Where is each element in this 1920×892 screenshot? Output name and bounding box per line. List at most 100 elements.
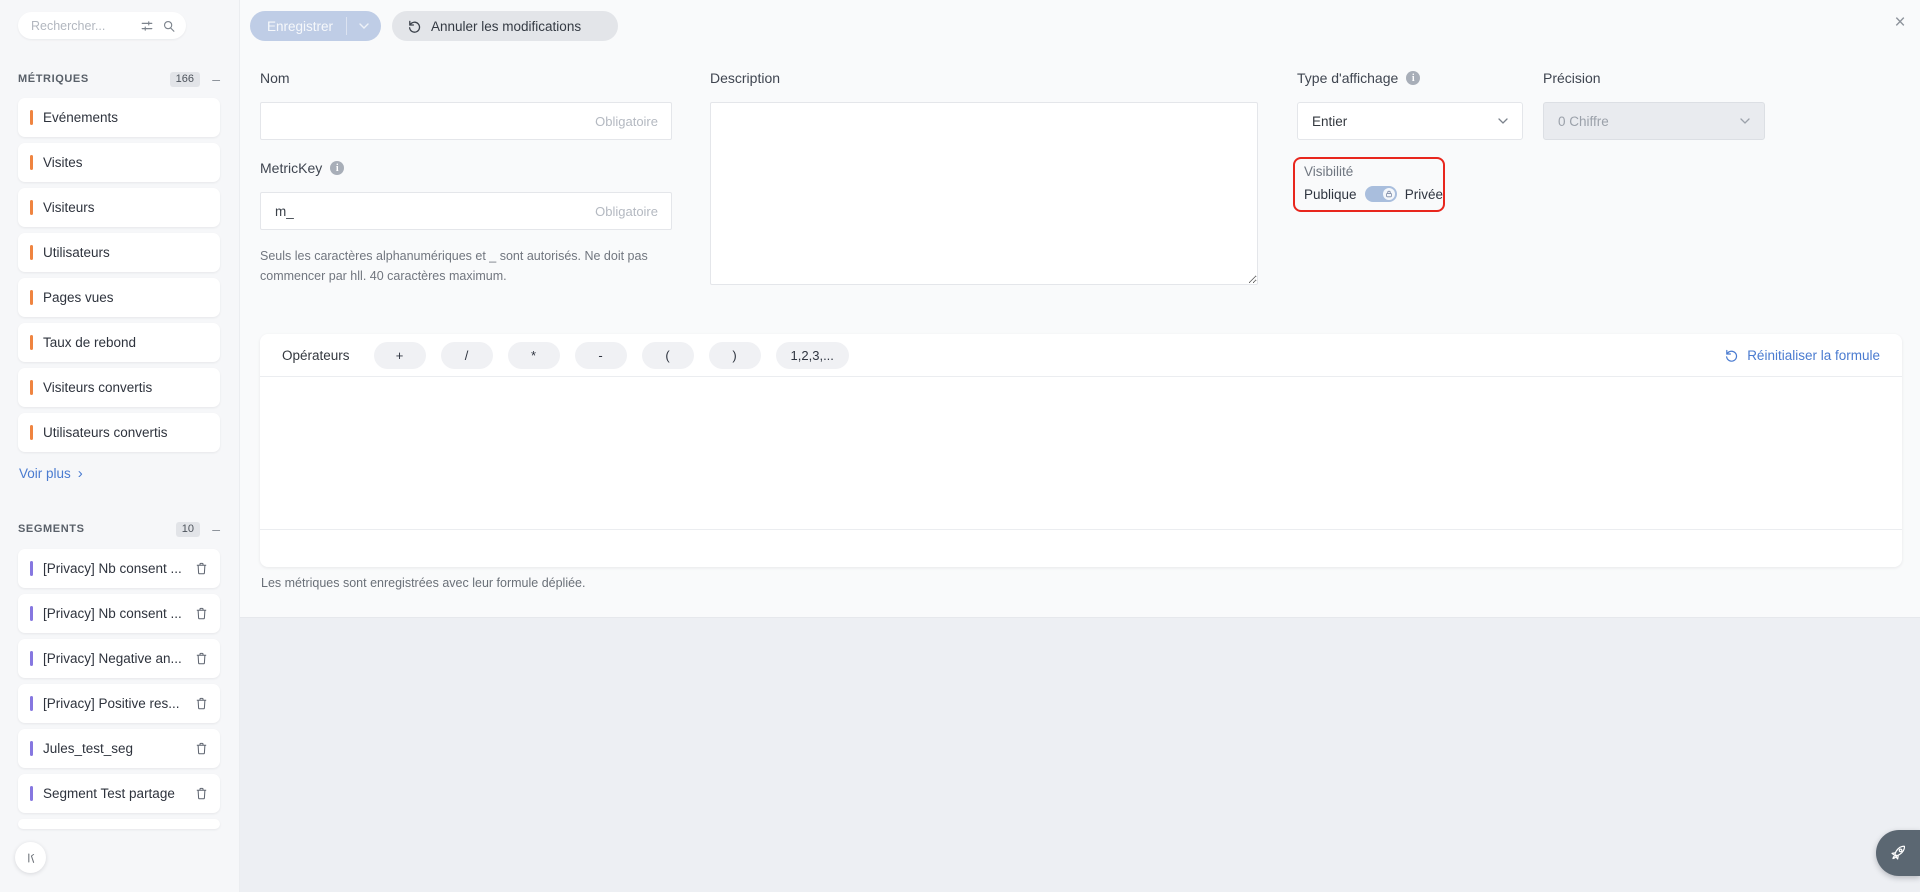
metric-editor-screen: MÉTRIQUES 166 – Evénements Visites Visit… (0, 0, 1920, 892)
formula-footer-row[interactable] (260, 530, 1902, 565)
segment-item[interactable]: [Privacy] Positive res... (18, 684, 220, 723)
collapse-sidebar-button[interactable] (15, 842, 46, 873)
metrics-collapse-button[interactable]: – (200, 72, 220, 86)
metric-item[interactable]: Visites (18, 143, 220, 182)
metric-item[interactable]: Utilisateurs (18, 233, 220, 272)
undo-changes-button[interactable]: Annuler les modifications (392, 11, 618, 41)
info-icon[interactable] (1406, 71, 1420, 85)
trash-icon[interactable] (194, 696, 209, 711)
metric-item[interactable]: Evénements (18, 98, 220, 137)
visibility-public-label: Publique (1304, 187, 1357, 202)
name-label: Nom (260, 70, 290, 86)
rocket-icon (1887, 842, 1909, 864)
formula-note: Les métriques sont enregistrées avec leu… (261, 576, 585, 590)
metric-key-input[interactable] (260, 192, 672, 230)
metric-item-label: Pages vues (43, 290, 220, 305)
undo-changes-label: Annuler les modifications (431, 19, 581, 34)
metric-item[interactable]: Utilisateurs convertis (18, 413, 220, 452)
metric-accent-bar (30, 245, 33, 260)
segment-item[interactable]: Segment Test partage (18, 774, 220, 813)
segment-item-label: [Privacy] Nb consent ... (43, 561, 194, 576)
info-icon[interactable] (330, 161, 344, 175)
reset-formula-label: Réinitialiser la formule (1747, 348, 1880, 363)
metric-accent-bar (30, 110, 33, 125)
operator-minus-button[interactable]: - (575, 342, 627, 369)
lock-icon (1385, 190, 1393, 198)
undo-icon (407, 19, 422, 34)
metrics-count-badge: 166 (170, 72, 200, 87)
precision-label-text: Précision (1543, 70, 1601, 86)
metric-key-label: MetricKey (260, 160, 344, 176)
metric-accent-bar (30, 290, 33, 305)
save-dropdown-chevron-icon[interactable] (347, 23, 381, 29)
close-icon[interactable]: × (1888, 11, 1912, 35)
metric-item[interactable]: Pages vues (18, 278, 220, 317)
operator-multiply-button[interactable]: * (508, 342, 560, 369)
segment-accent-bar (30, 786, 33, 801)
metrics-section-header: MÉTRIQUES 166 – (18, 70, 220, 88)
segment-item-label: Jules_test_seg (43, 741, 194, 756)
metric-item-label: Visiteurs convertis (43, 380, 220, 395)
description-label: Description (710, 70, 780, 86)
operators-label: Opérateurs (282, 348, 350, 363)
operator-number-button[interactable]: 1,2,3,... (776, 342, 849, 369)
segment-accent-bar (30, 606, 33, 621)
segment-item[interactable]: Jules_test_seg (18, 729, 220, 768)
formula-toolbar: Opérateurs + / * - ( ) 1,2,3,... Réiniti… (260, 334, 1902, 377)
trash-icon[interactable] (194, 651, 209, 666)
search-icon[interactable] (162, 19, 176, 33)
launcher-button[interactable] (1876, 830, 1920, 876)
see-more-link[interactable]: Voir plus › (19, 466, 83, 481)
display-type-value: Entier (1312, 114, 1347, 129)
operator-plus-button[interactable]: + (374, 342, 426, 369)
filter-sliders-icon[interactable] (140, 19, 154, 33)
metric-key-help-text: Seuls les caractères alphanumériques et … (260, 246, 684, 286)
formula-editor: Opérateurs + / * - ( ) 1,2,3,... Réiniti… (260, 334, 1902, 567)
visibility-highlight-annotation: Visibilité Publique Privée (1293, 157, 1445, 212)
display-type-select[interactable]: Entier (1297, 102, 1523, 140)
metric-accent-bar (30, 200, 33, 215)
trash-icon[interactable] (194, 741, 209, 756)
save-button[interactable]: Enregistrer (250, 11, 381, 41)
segment-item-label: [Privacy] Positive res... (43, 696, 194, 711)
sidebar-search (18, 12, 186, 39)
display-type-label-text: Type d'affichage (1297, 70, 1398, 86)
operator-close-paren-button[interactable]: ) (709, 342, 761, 369)
operator-divide-button[interactable]: / (441, 342, 493, 369)
metric-accent-bar (30, 335, 33, 350)
visibility-toggle[interactable] (1365, 186, 1397, 202)
precision-label: Précision (1543, 70, 1601, 86)
chevron-down-icon (1740, 118, 1750, 124)
metric-item[interactable]: Visiteurs (18, 188, 220, 227)
precision-select: 0 Chiffre (1543, 102, 1765, 140)
segment-item-partial (18, 819, 220, 829)
segment-item[interactable]: [Privacy] Negative an... (18, 639, 220, 678)
description-textarea[interactable] (710, 102, 1258, 285)
formula-canvas[interactable] (260, 377, 1902, 530)
name-field-wrap: Obligatoire (260, 102, 672, 140)
metric-key-label-text: MetricKey (260, 160, 322, 176)
visibility-label: Visibilité (1304, 164, 1443, 179)
segments-section-header: SEGMENTS 10 – (18, 520, 220, 538)
segment-item[interactable]: [Privacy] Nb consent ... (18, 594, 220, 633)
search-input[interactable] (31, 19, 132, 33)
reset-formula-link[interactable]: Réinitialiser la formule (1724, 348, 1880, 363)
segment-accent-bar (30, 696, 33, 711)
metric-item[interactable]: Taux de rebond (18, 323, 220, 362)
metrics-section-title: MÉTRIQUES (18, 73, 89, 85)
metric-item-label: Utilisateurs (43, 245, 220, 260)
segments-collapse-button[interactable]: – (200, 522, 220, 536)
trash-icon[interactable] (194, 786, 209, 801)
metric-item-label: Utilisateurs convertis (43, 425, 220, 440)
segment-accent-bar (30, 561, 33, 576)
save-button-label: Enregistrer (267, 19, 333, 34)
metric-item[interactable]: Visiteurs convertis (18, 368, 220, 407)
operator-open-paren-button[interactable]: ( (642, 342, 694, 369)
segment-item[interactable]: [Privacy] Nb consent ... (18, 549, 220, 588)
trash-icon[interactable] (194, 606, 209, 621)
trash-icon[interactable] (194, 561, 209, 576)
metric-item-label: Visiteurs (43, 200, 220, 215)
metric-key-field-wrap: Obligatoire (260, 192, 672, 230)
metric-accent-bar (30, 380, 33, 395)
name-input[interactable] (260, 102, 672, 140)
